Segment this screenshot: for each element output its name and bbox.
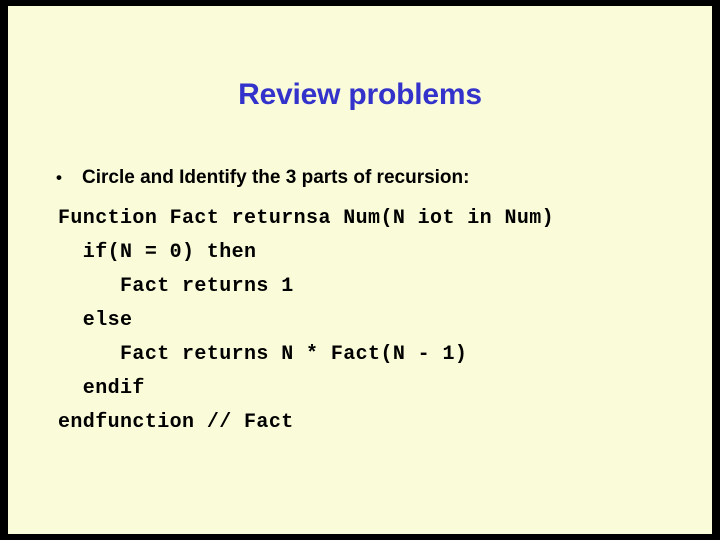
slide-canvas: Review problems • Circle and Identify th… — [8, 6, 712, 534]
code-line: Fact returns 1 — [58, 275, 294, 298]
code-line: endif — [58, 377, 145, 400]
bullet-list: • Circle and Identify the 3 parts of rec… — [56, 165, 696, 191]
code-line: else — [58, 309, 133, 332]
code-line: endfunction // Fact — [58, 411, 294, 434]
code-line: Fact returns N * Fact(N - 1) — [58, 343, 468, 366]
bullet-item-label: Circle and Identify the 3 parts of recur… — [82, 167, 470, 188]
bullet-point-icon: • — [56, 168, 62, 187]
code-line: if(N = 0) then — [58, 241, 257, 264]
page-title: Review problems — [238, 78, 482, 111]
list-item: • Circle and Identify the 3 parts of rec… — [56, 165, 696, 191]
slide-frame: Review problems • Circle and Identify th… — [0, 0, 720, 540]
code-line: Function Fact returnsa Num(N iot in Num) — [58, 207, 555, 230]
code-block: Function Fact returnsa Num(N iot in Num)… — [58, 202, 708, 440]
